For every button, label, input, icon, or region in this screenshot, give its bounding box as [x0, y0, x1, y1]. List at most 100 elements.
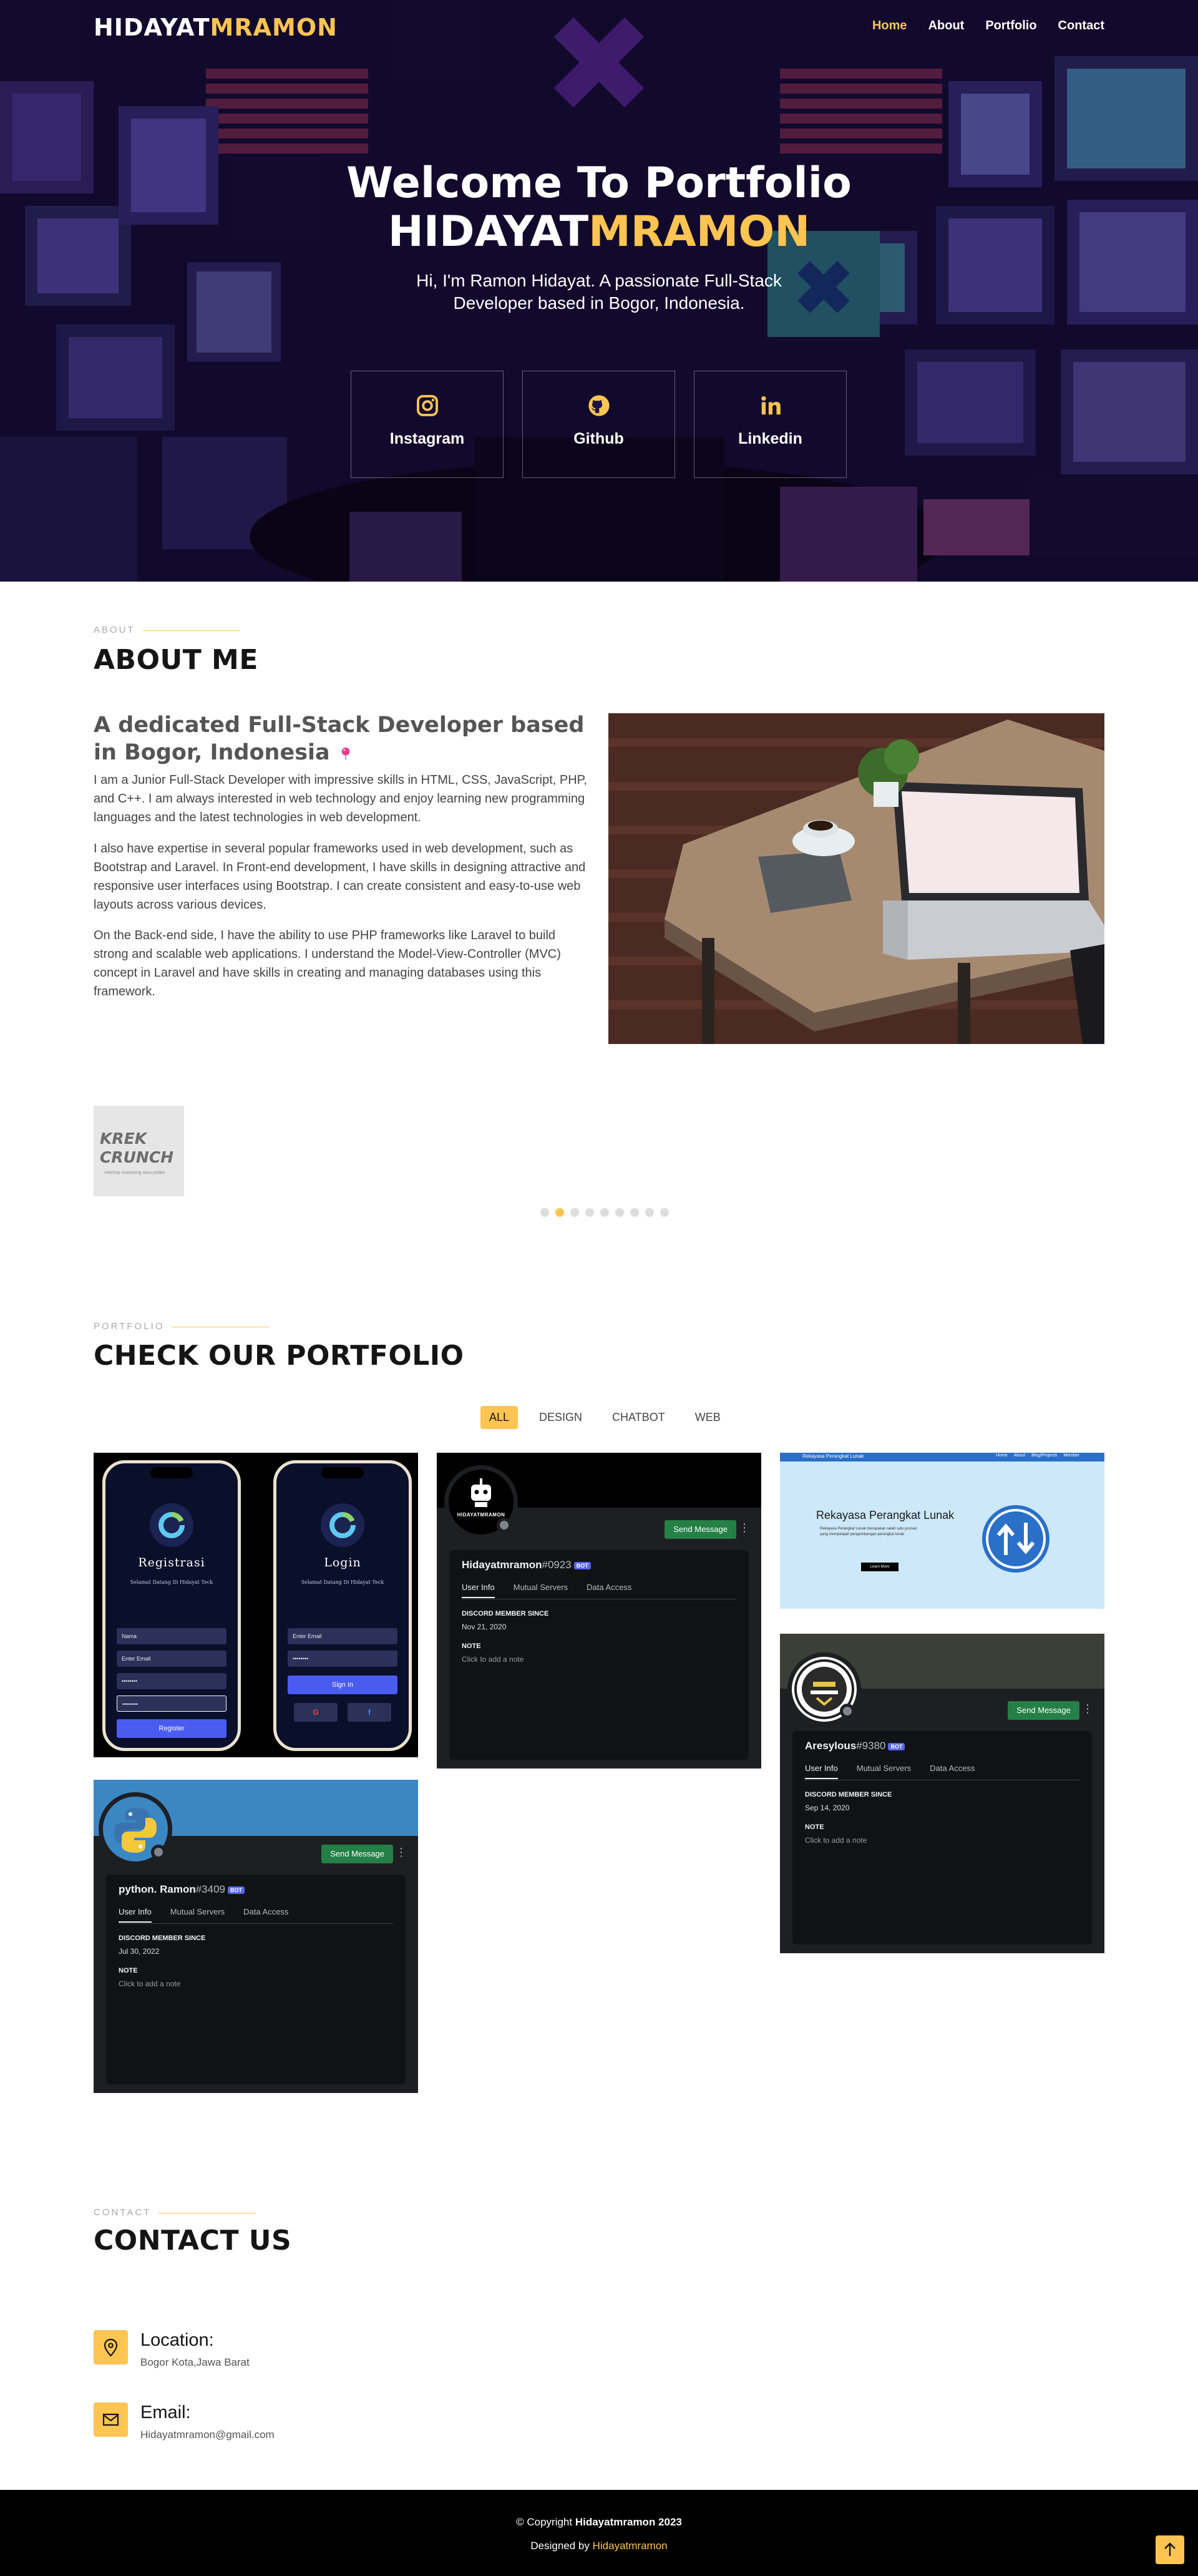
contact-small-text: CONTACT	[94, 2207, 152, 2218]
client-logo-tagline: ketchup seasoning saus pedas	[105, 1171, 165, 1175]
designer-link[interactable]: Hidayatmramon	[593, 2540, 668, 2552]
avatar-caption: HIDAYATMRAMON	[457, 1512, 505, 1518]
linkedin-icon	[761, 396, 781, 415]
email-value[interactable]: Hidayatmramon@gmail.com	[140, 2429, 275, 2441]
hero-section: Welcome To Portfolio HIDAYATMRAMON Hi, I…	[0, 0, 1198, 582]
profile-name: Hidayatmramon#0923 BOT	[462, 1559, 591, 1571]
portfolio-item-discord-aresylous[interactable]: Send Message ⋮ Aresylous#9380 BOT User In…	[780, 1634, 1104, 1953]
profile-tabs: User Info Mutual Servers Data Access	[462, 1583, 631, 1598]
github-link[interactable]: Github	[522, 371, 675, 478]
register-title: Registrasi	[138, 1556, 205, 1569]
login-email-field: Enter Email	[288, 1628, 397, 1644]
pushpin-icon	[341, 747, 350, 760]
send-message-button: Send Message	[1008, 1701, 1079, 1720]
hero-title-line1: Welcome To Portfolio	[346, 159, 852, 208]
register-welcome: Selamat Datang Di Hidayat Teck	[130, 1579, 213, 1585]
carousel-dot[interactable]	[600, 1208, 609, 1217]
location-label: Location:	[140, 2330, 214, 2350]
note-label: NOTE	[805, 1823, 824, 1831]
member-since-value: Jul 30, 2022	[119, 1947, 160, 1956]
note-placeholder: Click to add a note	[462, 1655, 524, 1664]
status-indicator	[840, 1704, 855, 1719]
hero-subtitle: Hi, I'm Ramon Hidayat. A passionate Full…	[416, 271, 782, 313]
tab-data-access: Data Access	[243, 1907, 289, 1916]
member-since-label: DISCORD MEMBER SINCE	[119, 1934, 206, 1942]
site-logo[interactable]: HIDAYATMRAMON	[94, 14, 338, 41]
profile-tag: #3409	[195, 1883, 225, 1895]
portfolio-item-discord-python-ramon[interactable]: Send Message ⋮ python. Ramon#3409 BOT Use…	[94, 1780, 418, 2093]
send-message-button: Send Message	[665, 1520, 736, 1539]
portfolio-item-web-rpl[interactable]: Rekayasa Perangkat Lunak Home About Blog…	[780, 1453, 1104, 1609]
portfolio-title: CHECK OUR PORTFOLIO	[94, 1340, 464, 1372]
nav-about[interactable]: About	[928, 19, 965, 33]
nav-home[interactable]: Home	[872, 19, 907, 33]
profile-name: python. Ramon#3409 BOT	[119, 1883, 245, 1896]
carousel-dot[interactable]	[570, 1208, 579, 1217]
profile-username: Aresylous	[805, 1740, 857, 1752]
phone-register: Registrasi Selamat Datang Di Hidayat Tec…	[102, 1460, 241, 1751]
web-hero-body: Rekayasa Perangkat Lunak merupakan salah…	[820, 1527, 917, 1536]
about-image	[608, 713, 1104, 1044]
app-logo-icon	[321, 1503, 364, 1547]
bot-badge: BOT	[573, 1561, 591, 1569]
linkedin-link[interactable]: Linkedin	[694, 371, 847, 478]
about-paragraph-3: On the Back-end side, I have the ability…	[94, 929, 561, 998]
arrow-up-icon	[1164, 2542, 1176, 2556]
register-name-field: Nama	[117, 1628, 226, 1644]
filter-chatbot[interactable]: CHATBOT	[603, 1406, 674, 1429]
login-title: Login	[324, 1556, 361, 1569]
carousel-dot[interactable]	[615, 1208, 624, 1217]
envelope-icon	[94, 2403, 128, 2437]
email-label: Email:	[140, 2403, 191, 2422]
tab-data-access: Data Access	[930, 1764, 975, 1773]
web-hero-title: Rekayasa Perangkat Lunak	[816, 1509, 955, 1521]
filter-design[interactable]: DESIGN	[530, 1406, 591, 1429]
carousel-dot[interactable]	[555, 1208, 564, 1217]
hero-title-main: HIDAYAT	[387, 207, 589, 256]
bot-badge: BOT	[228, 1886, 245, 1894]
member-since-value: Nov 21, 2020	[462, 1622, 507, 1631]
carousel-dot[interactable]	[630, 1208, 639, 1217]
client-logo-line1: KREK	[100, 1129, 147, 1148]
profile-tabs: User Info Mutual Servers Data Access	[119, 1907, 288, 1923]
status-indicator	[151, 1845, 166, 1860]
footer-copyright: © Copyright Hidayatmramon 2023	[0, 2516, 1198, 2529]
portfolio-item-mobile-app[interactable]: Registrasi Selamat Datang Di Hidayat Tec…	[94, 1453, 418, 1757]
back-to-top-button[interactable]	[1156, 2535, 1184, 2564]
phone-login: Login Selamat Datang Di Hidayat Teck Ent…	[273, 1460, 412, 1751]
carousel-dot[interactable]	[585, 1208, 594, 1217]
carousel-dot[interactable]	[660, 1208, 669, 1217]
web-nav-about: About	[1013, 1453, 1026, 1458]
member-since-label: DISCORD MEMBER SINCE	[805, 1791, 892, 1798]
about-heading: A dedicated Full-Stack Developer based i…	[94, 711, 587, 766]
nav-contact[interactable]: Contact	[1058, 19, 1104, 33]
web-navbar: Rekayasa Perangkat Lunak Home About Blog…	[780, 1453, 1104, 1461]
footer-credits: Designed by Hidayatmramon	[0, 2540, 1198, 2552]
instagram-link[interactable]: Instagram	[351, 371, 504, 478]
web-nav-blog: Blog/Projects	[1031, 1453, 1058, 1458]
register-email-field: Enter Email	[117, 1651, 226, 1667]
login-password-field: ••••••••	[288, 1651, 397, 1667]
app-logo-icon	[150, 1503, 193, 1547]
filter-all[interactable]: ALL	[480, 1406, 519, 1429]
profile-username: python. Ramon	[119, 1883, 196, 1895]
hero-social-links: Instagram Github Linkedin	[351, 371, 847, 478]
client-logo-krekcrunch[interactable]: KREK CRUNCH ketchup seasoning saus pedas	[94, 1106, 184, 1196]
copyright-prefix: © Copyright	[516, 2516, 575, 2528]
contact-title: CONTACT US	[94, 2225, 292, 2256]
web-navbar-brand: Rekayasa Perangkat Lunak	[802, 1453, 864, 1459]
profile-tag: #9380	[856, 1740, 886, 1752]
location-value: Bogor Kota,Jawa Barat	[140, 2356, 250, 2368]
instagram-icon	[416, 395, 438, 416]
nav-portfolio[interactable]: Portfolio	[985, 19, 1036, 33]
contact-section-label: CONTACT	[94, 2207, 256, 2218]
main-nav: Home About Portfolio Contact	[872, 19, 1104, 33]
web-nav-member: Member	[1063, 1453, 1079, 1458]
carousel-dot[interactable]	[540, 1208, 549, 1217]
status-indicator	[497, 1518, 512, 1533]
profile-panel: python. Ramon#3409 BOT User Info Mutual S…	[106, 1875, 406, 2084]
note-label: NOTE	[462, 1642, 481, 1650]
filter-web[interactable]: WEB	[686, 1406, 729, 1429]
portfolio-item-discord-hidayatmramon[interactable]: HIDAYATMRAMON Send Message ⋮ Hidayatmram…	[437, 1453, 761, 1769]
carousel-dot[interactable]	[645, 1208, 654, 1217]
